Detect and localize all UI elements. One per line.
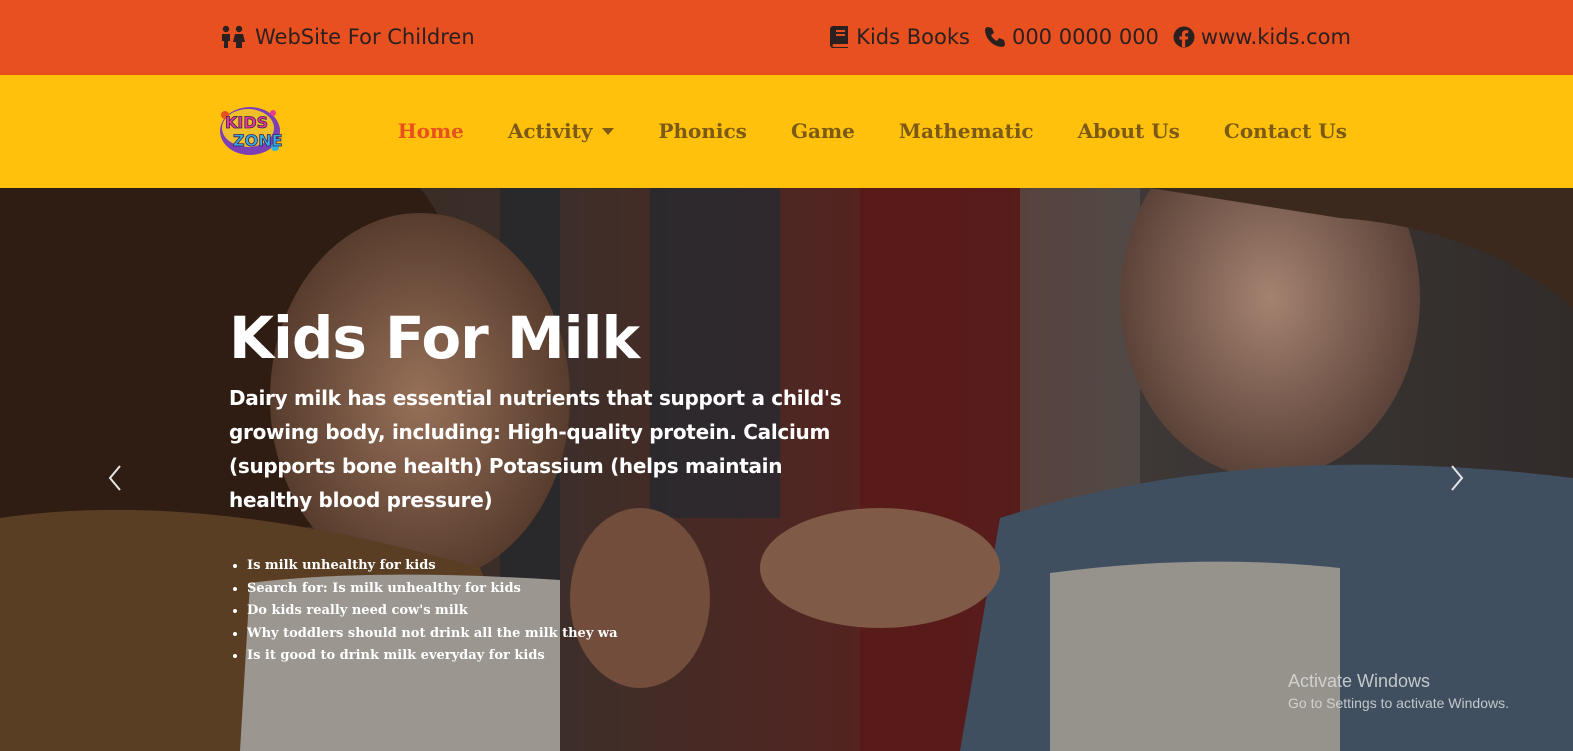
hero-caption: Kids For Milk Dairy milk has essential n…: [229, 303, 869, 668]
nav-home[interactable]: Home: [398, 119, 464, 143]
chevron-right-icon: [1451, 465, 1464, 491]
nav-game[interactable]: Game: [791, 119, 855, 143]
website-link[interactable]: www.kids.com: [1173, 25, 1351, 49]
site-title-group: WebSite For Children: [219, 22, 475, 52]
windows-activation-watermark: Activate Windows Go to Settings to activ…: [1288, 670, 1509, 714]
children-icon: [222, 25, 245, 48]
list-item: Search for: Is milk unhealthy for kids: [247, 578, 869, 601]
kids-zone-logo[interactable]: KIDS ZONE: [215, 103, 285, 159]
phone-icon: [984, 27, 1005, 47]
nav-activity[interactable]: Activity: [508, 119, 615, 143]
nav-phonics[interactable]: Phonics: [658, 119, 747, 143]
watermark-title: Activate Windows: [1288, 671, 1431, 691]
carousel-next-button[interactable]: [1444, 458, 1468, 498]
logo-graphic: KIDS ZONE: [220, 107, 283, 155]
svg-text:KIDS: KIDS: [225, 113, 268, 132]
list-item: Do kids really need cow's milk: [247, 600, 869, 623]
list-item: Is milk unhealthy for kids: [247, 555, 869, 578]
nav-contact-us[interactable]: Contact Us: [1224, 119, 1347, 143]
top-bar: WebSite For Children Kids Books 000 0000…: [0, 0, 1573, 75]
website-url: www.kids.com: [1200, 25, 1351, 49]
hero-title: Kids For Milk: [229, 304, 640, 372]
book-icon: [830, 26, 849, 48]
chevron-left-icon: [108, 465, 121, 491]
books-link[interactable]: Kids Books: [830, 25, 970, 49]
main-navbar: KIDS ZONE Home Activity Phonics Game Mat…: [0, 75, 1573, 188]
phone-link[interactable]: 000 0000 000: [984, 25, 1159, 49]
facebook-icon: [1173, 26, 1195, 48]
caret-down-icon: [602, 127, 615, 135]
watermark-subtitle: Go to Settings to activate Windows.: [1288, 695, 1509, 711]
svg-text:ZONE: ZONE: [233, 131, 283, 150]
hero-description: Dairy milk has essential nutrients that …: [229, 386, 842, 512]
nav-activity-label: Activity: [507, 119, 593, 143]
phone-number: 000 0000 000: [1011, 25, 1159, 49]
nav-menu: Home Activity Phonics Game Mathematic Ab…: [398, 113, 1347, 149]
list-item: Why toddlers should not drink all the mi…: [247, 623, 869, 646]
books-label: Kids Books: [856, 25, 970, 49]
nav-mathematic[interactable]: Mathematic: [899, 119, 1034, 143]
list-item: Is it good to drink milk everyday for ki…: [247, 645, 869, 668]
hero-bullet-list: Is milk unhealthy for kids Search for: I…: [247, 555, 869, 668]
contact-info: Kids Books 000 0000 000 www.kids.com: [830, 22, 1351, 52]
nav-about-us[interactable]: About Us: [1078, 119, 1180, 143]
site-title: WebSite For Children: [255, 25, 475, 49]
hero-carousel: Kids For Milk Dairy milk has essential n…: [0, 188, 1573, 751]
carousel-prev-button[interactable]: [104, 458, 128, 498]
